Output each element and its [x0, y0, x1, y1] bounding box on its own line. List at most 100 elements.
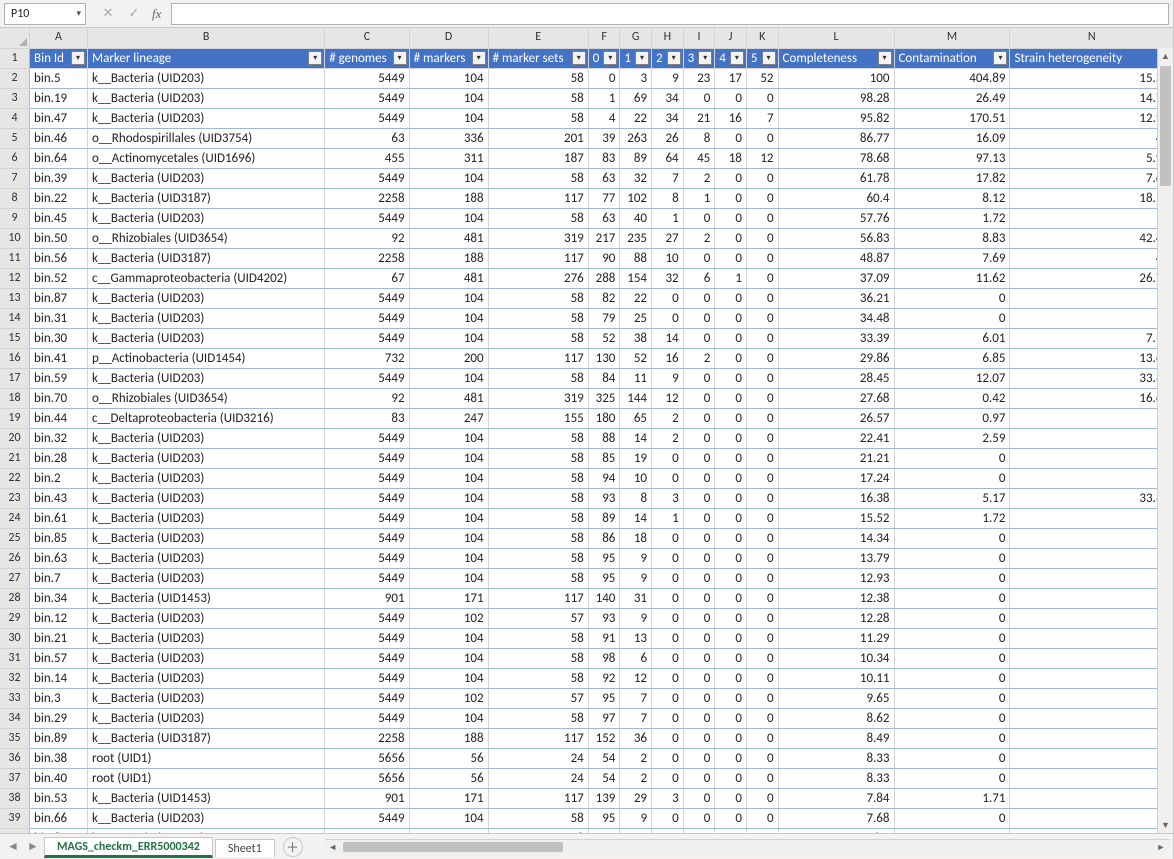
cell[interactable]: 7.84 [778, 788, 894, 808]
cell[interactable]: 0 [746, 388, 778, 408]
cell[interactable]: 0 [746, 608, 778, 628]
cell[interactable]: 78.68 [778, 148, 894, 168]
cell[interactable]: 0 [894, 608, 1010, 628]
cell[interactable]: 0 [715, 628, 747, 648]
cell[interactable]: 83 [588, 148, 620, 168]
cell[interactable]: 5 [620, 828, 652, 833]
cell[interactable]: 0 [1010, 748, 1173, 768]
row-header[interactable]: 25 [0, 528, 30, 548]
column-header[interactable]: D [409, 28, 488, 48]
row-header[interactable]: 4 [0, 108, 30, 128]
scroll-down-icon[interactable]: ▼ [1158, 817, 1173, 833]
cell[interactable]: bin.31 [30, 308, 88, 328]
cell[interactable]: 8 [620, 488, 652, 508]
cell[interactable]: 58 [488, 108, 588, 128]
cell[interactable]: 1 [715, 268, 747, 288]
cell[interactable]: 0 [746, 768, 778, 788]
cell[interactable]: 0 [715, 748, 747, 768]
cell[interactable]: 0 [683, 428, 715, 448]
row-header[interactable]: 24 [0, 508, 30, 528]
cell[interactable]: 0 [1010, 508, 1173, 528]
cell[interactable]: 22 [620, 108, 652, 128]
filter-dropdown-icon[interactable] [472, 51, 486, 65]
cell[interactable]: 0 [683, 568, 715, 588]
cell[interactable]: 0 [715, 228, 747, 248]
cell[interactable]: 117 [488, 728, 588, 748]
cell[interactable]: 0 [652, 308, 684, 328]
cell[interactable]: 12.07 [894, 368, 1010, 388]
cell[interactable]: k__Bacteria (UID203) [88, 208, 325, 228]
sheet-tab-active[interactable]: MAGS_checkm_ERR5000342 [44, 837, 213, 858]
cell[interactable]: 58 [488, 288, 588, 308]
cell[interactable]: 0 [715, 488, 747, 508]
cell[interactable]: 18.18 [1010, 188, 1173, 208]
cell[interactable]: k__Bacteria (UID203) [88, 368, 325, 388]
row-header[interactable]: 19 [0, 408, 30, 428]
cell[interactable]: 16.38 [778, 488, 894, 508]
cell[interactable]: 0 [683, 668, 715, 688]
cell[interactable]: 0 [1010, 628, 1173, 648]
cell[interactable]: 0 [894, 828, 1010, 833]
cell[interactable]: 0 [746, 668, 778, 688]
cell[interactable]: 5449 [325, 628, 409, 648]
cell[interactable]: 28.45 [778, 368, 894, 388]
cell[interactable]: 0 [894, 648, 1010, 668]
cell[interactable]: k__Bacteria (UID203) [88, 648, 325, 668]
cell[interactable]: c__Deltaproteobacteria (UID3216) [88, 408, 325, 428]
cell[interactable]: 0 [652, 588, 684, 608]
cell[interactable]: 31 [620, 588, 652, 608]
cell[interactable]: 5449 [325, 308, 409, 328]
cell[interactable]: 14 [620, 508, 652, 528]
table-column-header[interactable]: 3 [683, 48, 715, 68]
cell[interactable]: 5449 [325, 488, 409, 508]
cell[interactable]: bin.28 [30, 448, 88, 468]
table-column-header[interactable]: Contamination [894, 48, 1010, 68]
cell[interactable]: 0 [683, 688, 715, 708]
cell[interactable]: 9 [620, 548, 652, 568]
cell[interactable]: 0 [894, 628, 1010, 648]
cell[interactable]: 0 [683, 548, 715, 568]
row-header[interactable]: 18 [0, 388, 30, 408]
cell[interactable]: 91 [588, 628, 620, 648]
cell[interactable]: 65 [620, 408, 652, 428]
filter-dropdown-icon[interactable] [71, 51, 85, 65]
cell[interactable]: 0 [1010, 708, 1173, 728]
cell[interactable]: 0 [683, 408, 715, 428]
cell[interactable]: 0 [652, 768, 684, 788]
cell[interactable]: bin.83 [30, 828, 88, 833]
column-header[interactable]: C [325, 28, 409, 48]
cell[interactable]: 98 [588, 648, 620, 668]
cell[interactable]: 5449 [325, 648, 409, 668]
cell[interactable]: 0 [746, 688, 778, 708]
cell[interactable]: 92 [325, 388, 409, 408]
cell[interactable]: 27 [652, 228, 684, 248]
cell[interactable]: 104 [409, 808, 488, 828]
cell[interactable]: 0 [746, 128, 778, 148]
cell[interactable]: 0 [746, 828, 778, 833]
row-header[interactable]: 6 [0, 148, 30, 168]
cell[interactable]: o__Actinomycetales (UID1696) [88, 148, 325, 168]
cell[interactable]: 58 [488, 628, 588, 648]
cell[interactable]: 0 [652, 468, 684, 488]
cell[interactable]: 0 [746, 348, 778, 368]
cell[interactable]: 0 [894, 808, 1010, 828]
cell[interactable]: 319 [488, 228, 588, 248]
cell[interactable]: 5449 [325, 828, 409, 833]
cell[interactable]: 0 [894, 748, 1010, 768]
cell[interactable]: k__Bacteria (UID203) [88, 508, 325, 528]
cell[interactable]: 0 [1010, 208, 1173, 228]
cell[interactable]: 95 [588, 688, 620, 708]
cell[interactable]: 5449 [325, 368, 409, 388]
cell[interactable]: 0 [715, 688, 747, 708]
cell[interactable]: 16 [652, 348, 684, 368]
cell[interactable]: 84 [588, 368, 620, 388]
cell[interactable]: bin.61 [30, 508, 88, 528]
cell[interactable]: k__Bacteria (UID203) [88, 88, 325, 108]
cell[interactable]: bin.56 [30, 248, 88, 268]
worksheet-grid[interactable]: ABCDEFGHIJKLMN1Bin IdMarker lineage# gen… [0, 28, 1173, 833]
cell[interactable]: 0 [746, 488, 778, 508]
cell[interactable]: 100 [778, 68, 894, 88]
cell[interactable]: 40 [1010, 128, 1173, 148]
cell[interactable]: 0 [683, 328, 715, 348]
cell[interactable]: o__Rhodospirillales (UID3754) [88, 128, 325, 148]
